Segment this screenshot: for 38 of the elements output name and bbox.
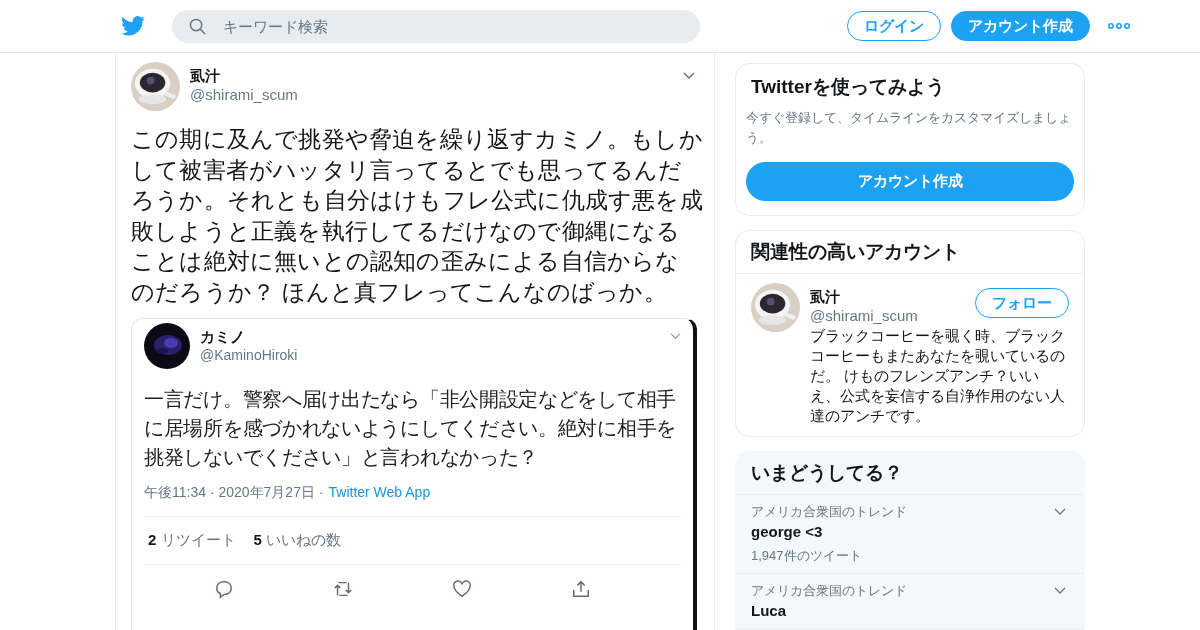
- chevron-down-icon: [670, 333, 681, 340]
- trend-context: アメリカ合衆国のトレンド: [751, 582, 907, 600]
- chevron-down-icon[interactable]: [683, 72, 695, 80]
- user-handle[interactable]: @shirami_scum: [190, 86, 298, 103]
- signup-button[interactable]: アカウント作成: [746, 162, 1074, 201]
- signup-text: 今すぐ登録して、タイムラインをカスタマイズしましょう。: [746, 109, 1072, 147]
- quoted-user-name: カミノ: [200, 328, 246, 347]
- tweet-text: この期に及んで挑発や脅迫を繰り返すカミノ。もしかして被害者がハッタリ言ってるとでも思ってるんだろうか。それとも自分はけもフレ公式に仇成す悪を成敗しようと正義を執行してるだけなので御縄になることは絶対に無いとの認知の歪みによる自信からなのだろうか？ ほんと真フレってこんなのばっか。: [131, 126, 703, 307]
- follow-button[interactable]: フォロー: [975, 288, 1069, 318]
- heart-icon: [452, 579, 473, 599]
- account-name[interactable]: 虱汁: [810, 288, 918, 307]
- retweet-icon: [332, 579, 353, 599]
- card-title: 関連性の高いアカウント: [736, 231, 1084, 274]
- tweet-stat: 2 リツイート: [148, 531, 236, 550]
- quoted-tweet-text: 一言だけ。警察へ届け出たなら「非公開設定などをして相手に居場所を感づかれないようにしてください。絶対に相手を挑発しないでください」と言われなかった？: [144, 387, 677, 470]
- tweet-stat: 5 いいねの数: [253, 531, 342, 550]
- header-button[interactable]: アカウント作成: [951, 11, 1090, 41]
- reply-icon: [213, 579, 234, 599]
- user-name[interactable]: 虱汁: [190, 67, 298, 86]
- chevron-down-icon[interactable]: [1054, 587, 1066, 595]
- search-field[interactable]: キーワード検索: [172, 9, 700, 43]
- account-bio: ブラックコーヒーを覗く時、ブラックコーヒーもまたあなたを覗いているのだ。 けものフレンズアンチ？いいえ、公式を妄信する自浄作用のない人達のアンチです。: [810, 326, 1066, 426]
- tweet-source: Twitter Web App: [328, 484, 431, 502]
- trend-name[interactable]: Luca: [751, 602, 1069, 620]
- more-icon[interactable]: [1108, 23, 1130, 29]
- quoted-user-handle: @KaminoHiroki: [200, 347, 298, 363]
- trend-context: アメリカ合衆国のトレンド: [751, 503, 907, 521]
- bird-logo-icon[interactable]: [121, 16, 145, 36]
- tweet-timestamp: 午後11:34 · 2020年7月27日 ·: [144, 484, 324, 502]
- trend-name[interactable]: george <3: [751, 523, 1069, 541]
- search-icon: [189, 17, 206, 35]
- card-title: Twitterを使ってみよう: [751, 75, 946, 99]
- card-title: いまどうしてる？: [736, 452, 1084, 495]
- header-button[interactable]: ログイン: [847, 11, 941, 41]
- share-icon: [571, 579, 592, 599]
- tweet-count: 1,947件のツイート: [751, 547, 863, 565]
- account-handle[interactable]: @shirami_scum: [810, 307, 918, 324]
- chevron-down-icon[interactable]: [1054, 508, 1066, 516]
